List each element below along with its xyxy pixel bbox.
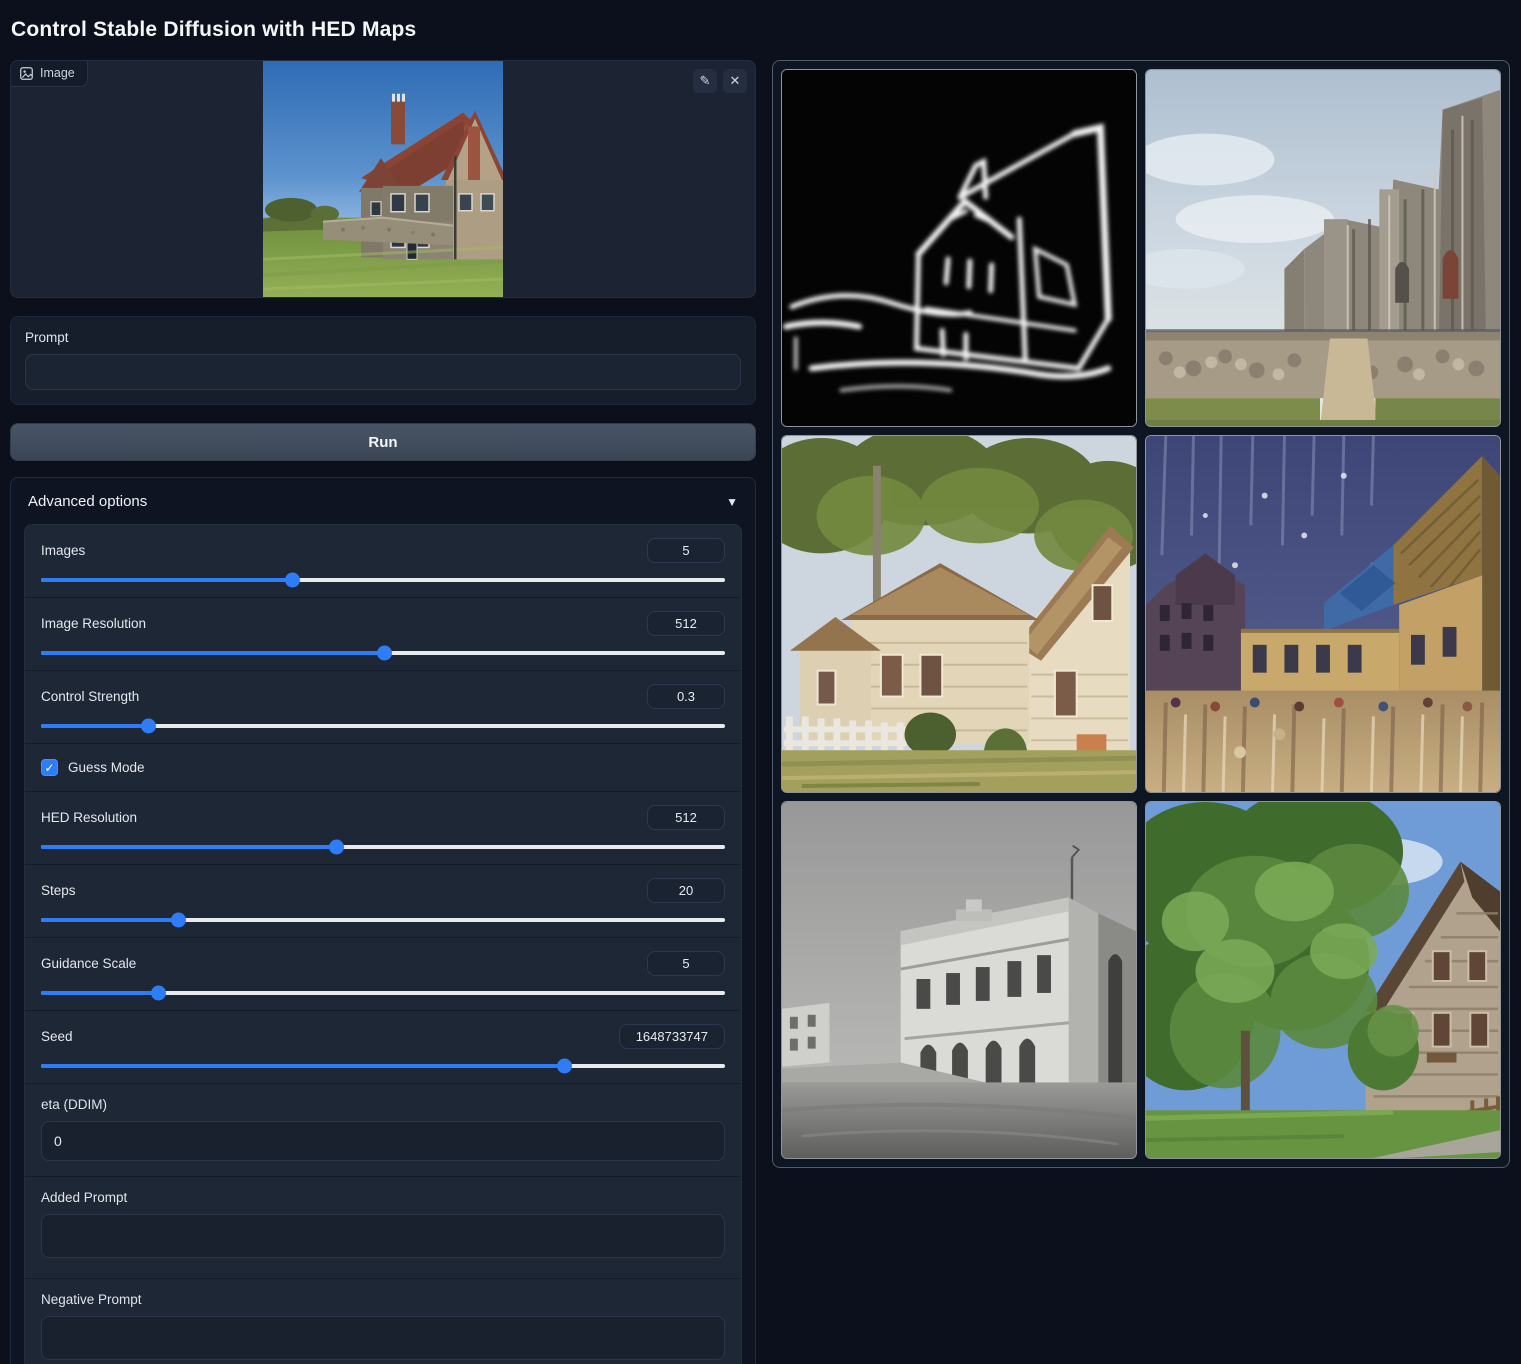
app-page: Control Stable Diffusion with HED Maps I… <box>0 0 1521 1364</box>
guidance-scale-slider-track[interactable] <box>41 991 725 995</box>
advanced-options-label: Advanced options <box>28 493 147 510</box>
hed-resolution-slider-label: HED Resolution <box>41 810 137 825</box>
main-columns: Image ✎ ✕ <box>10 60 1510 1364</box>
hed-resolution-slider-handle[interactable] <box>329 840 344 855</box>
eta-row: eta (DDIM) <box>25 1083 741 1176</box>
control-strength-value-input[interactable]: 0.3 <box>647 684 725 709</box>
gallery-item-bw-building[interactable] <box>781 801 1137 1159</box>
left-column: Image ✎ ✕ <box>10 60 756 1364</box>
slider-row-seed: Seed 1648733747 <box>25 1010 741 1083</box>
uploaded-house-photo <box>263 61 503 297</box>
check-icon: ✓ <box>44 762 54 774</box>
collapse-arrow-icon: ▼ <box>726 495 738 509</box>
image-resolution-value-input[interactable]: 512 <box>647 611 725 636</box>
cathedral-image <box>1146 70 1500 426</box>
impressionist-image <box>1146 436 1500 792</box>
cottage-painting-image <box>782 436 1136 792</box>
added-prompt-label: Added Prompt <box>41 1190 725 1205</box>
close-icon: ✕ <box>730 73 741 88</box>
slider-row-control-strength: Control Strength 0.3 <box>25 670 741 743</box>
guess-mode-label: Guess Mode <box>68 760 145 775</box>
seed-slider-handle[interactable] <box>557 1059 572 1074</box>
prompt-input[interactable] <box>25 354 741 390</box>
images-slider-label: Images <box>41 543 85 558</box>
control-strength-slider-label: Control Strength <box>41 689 139 704</box>
steps-value-input[interactable]: 20 <box>647 878 725 903</box>
gallery-item-stone-house[interactable] <box>1145 801 1501 1159</box>
hed-map-image <box>782 70 1136 426</box>
input-image-block[interactable]: Image ✎ ✕ <box>10 60 756 298</box>
eta-input[interactable] <box>41 1121 725 1161</box>
steps-slider-label: Steps <box>41 883 76 898</box>
image-toolbar: ✎ ✕ <box>693 69 747 93</box>
run-button[interactable]: Run <box>10 423 756 461</box>
steps-slider-track[interactable] <box>41 918 725 922</box>
edit-image-button[interactable]: ✎ <box>693 69 717 93</box>
gallery-item-cathedral[interactable] <box>1145 69 1501 427</box>
hed-resolution-value-input[interactable]: 512 <box>647 805 725 830</box>
gallery-item-hed-map[interactable] <box>781 69 1137 427</box>
control-strength-slider-handle[interactable] <box>141 719 156 734</box>
gallery-item-impressionist[interactable] <box>1145 435 1501 793</box>
slider-row-steps: Steps 20 <box>25 864 741 937</box>
added-prompt-input[interactable] <box>41 1214 725 1258</box>
stone-house-image <box>1146 802 1500 1158</box>
seed-slider-label: Seed <box>41 1029 73 1044</box>
guess-mode-row: ✓ Guess Mode <box>25 743 741 791</box>
image-icon <box>20 67 33 80</box>
slider-row-guidance-scale: Guidance Scale 5 <box>25 937 741 1010</box>
prompt-panel: Prompt <box>10 316 756 405</box>
guidance-scale-value-input[interactable]: 5 <box>647 951 725 976</box>
page-title: Control Stable Diffusion with HED Maps <box>11 18 1510 42</box>
input-image-label: Image <box>40 66 75 80</box>
prompt-label: Prompt <box>25 330 741 345</box>
slider-row-images: Images 5 <box>25 525 741 597</box>
advanced-options-header[interactable]: Advanced options ▼ <box>11 478 755 524</box>
image-resolution-slider-handle[interactable] <box>377 646 392 661</box>
steps-slider-handle[interactable] <box>171 913 186 928</box>
negative-prompt-input[interactable] <box>41 1316 725 1360</box>
slider-row-hed-resolution: HED Resolution 512 <box>25 791 741 864</box>
images-value-input[interactable]: 5 <box>647 538 725 563</box>
clear-image-button[interactable]: ✕ <box>723 69 747 93</box>
pencil-icon: ✎ <box>700 73 711 88</box>
bw-building-image <box>782 802 1136 1158</box>
seed-slider-track[interactable] <box>41 1064 725 1068</box>
image-resolution-slider-track[interactable] <box>41 651 725 655</box>
guess-mode-checkbox[interactable]: ✓ <box>41 759 58 776</box>
eta-label: eta (DDIM) <box>41 1097 725 1112</box>
guidance-scale-slider-label: Guidance Scale <box>41 956 136 971</box>
uploaded-image <box>11 61 755 297</box>
hed-resolution-slider-track[interactable] <box>41 845 725 849</box>
gallery-item-cottage-painting[interactable] <box>781 435 1137 793</box>
images-slider-handle[interactable] <box>285 573 300 588</box>
advanced-options-form: Images 5 Image Resolution 512 <box>24 524 742 1364</box>
input-image-badge: Image <box>11 61 88 87</box>
added-prompt-row: Added Prompt <box>25 1176 741 1278</box>
advanced-options-panel: Advanced options ▼ Images 5 <box>10 477 756 1364</box>
seed-value-input[interactable]: 1648733747 <box>619 1024 725 1049</box>
negative-prompt-label: Negative Prompt <box>41 1292 725 1307</box>
guidance-scale-slider-handle[interactable] <box>151 986 166 1001</box>
images-slider-track[interactable] <box>41 578 725 582</box>
output-gallery <box>772 60 1510 1168</box>
control-strength-slider-track[interactable] <box>41 724 725 728</box>
slider-row-image-resolution: Image Resolution 512 <box>25 597 741 670</box>
image-resolution-slider-label: Image Resolution <box>41 616 146 631</box>
right-column <box>772 60 1510 1168</box>
negative-prompt-row: Negative Prompt <box>25 1278 741 1364</box>
